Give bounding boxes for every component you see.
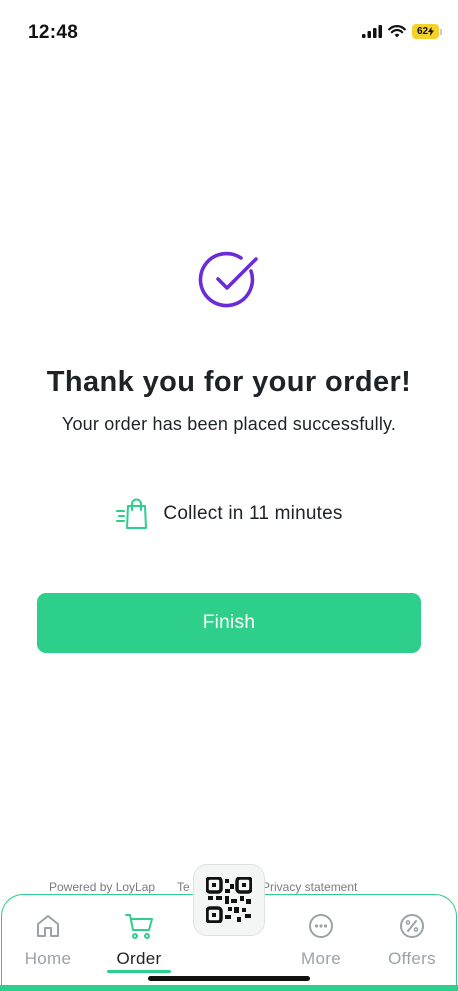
nav-label-offers: Offers	[388, 949, 436, 968]
nav-item-order[interactable]: Order	[99, 911, 179, 969]
percent-icon	[400, 914, 424, 938]
battery-cap	[440, 28, 442, 35]
nav-label-home: Home	[24, 949, 72, 968]
bottom-accent-strip	[0, 985, 458, 991]
home-indicator	[148, 976, 310, 981]
nav-item-home[interactable]: Home	[8, 911, 88, 969]
nav-label-order: Order	[116, 949, 162, 968]
check-circle-icon	[198, 251, 258, 308]
qr-scan-button[interactable]	[193, 864, 265, 936]
wifi-icon	[388, 25, 406, 38]
status-time: 12:48	[28, 22, 79, 43]
active-tab-indicator	[107, 970, 171, 973]
collect-info: Collect in 11 minutes	[0, 497, 458, 531]
shopping-bag-icon	[116, 498, 148, 529]
privacy-statement-link[interactable]: Privacy statement	[262, 880, 357, 894]
page-subtitle: Your order has been placed successfully.	[61, 414, 397, 434]
nav-item-more[interactable]: More	[281, 911, 361, 969]
battery-charging-icon: 62	[412, 24, 442, 39]
charging-bolt-icon	[428, 27, 435, 36]
cart-icon	[125, 914, 153, 939]
nav-item-offers[interactable]: Offers	[372, 911, 452, 969]
collect-time-text: Collect in 11 minutes	[163, 503, 343, 524]
page-title: Thank you for your order!	[46, 366, 412, 398]
nav-label-more: More	[301, 949, 341, 968]
signal-icon	[362, 25, 382, 38]
finish-button[interactable]: Finish	[37, 593, 421, 653]
home-icon	[37, 915, 59, 937]
powered-by-link[interactable]: Powered by LoyLap	[49, 880, 155, 894]
status-icons: 62	[362, 24, 442, 39]
terms-link[interactable]: Te	[177, 880, 190, 894]
more-icon	[309, 914, 333, 938]
qr-code-icon	[206, 877, 252, 923]
status-bar: 12:48 62	[0, 0, 458, 66]
battery-level: 62	[412, 24, 439, 39]
